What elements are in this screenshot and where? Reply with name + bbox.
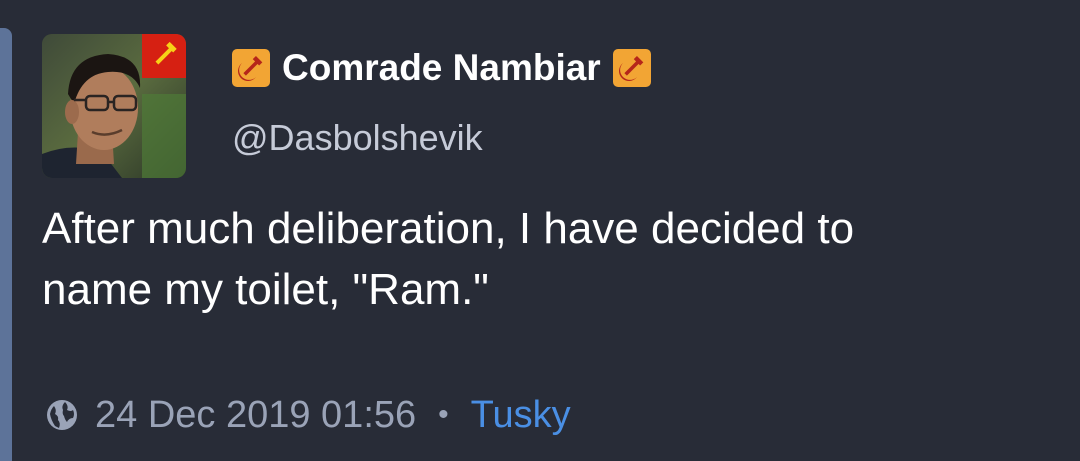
meta-separator: • — [438, 398, 449, 431]
status-timestamp[interactable]: 24 Dec 2019 01:56 — [95, 394, 416, 437]
status-meta: 24 Dec 2019 01:56 • Tusky — [45, 390, 571, 440]
avatar[interactable] — [42, 34, 186, 178]
status-card[interactable]: Comrade Nambiar @Dasbolshevik After much… — [0, 0, 1080, 461]
content-line: After much deliberation, I have decided … — [42, 204, 855, 253]
application-link[interactable]: Tusky — [471, 394, 571, 437]
display-name-row[interactable]: Comrade Nambiar — [232, 42, 651, 94]
hammer-and-sickle-icon — [612, 49, 651, 87]
author-handle[interactable]: @Dasbolshevik — [232, 117, 483, 159]
status-content: After much deliberation, I have decided … — [42, 198, 1042, 320]
author-display-name[interactable]: Comrade Nambiar — [282, 47, 601, 89]
globe-icon — [45, 398, 79, 432]
hammer-and-sickle-icon — [232, 49, 270, 87]
content-line: name my toilet, "Ram." — [42, 265, 489, 314]
focus-indicator — [0, 28, 12, 461]
